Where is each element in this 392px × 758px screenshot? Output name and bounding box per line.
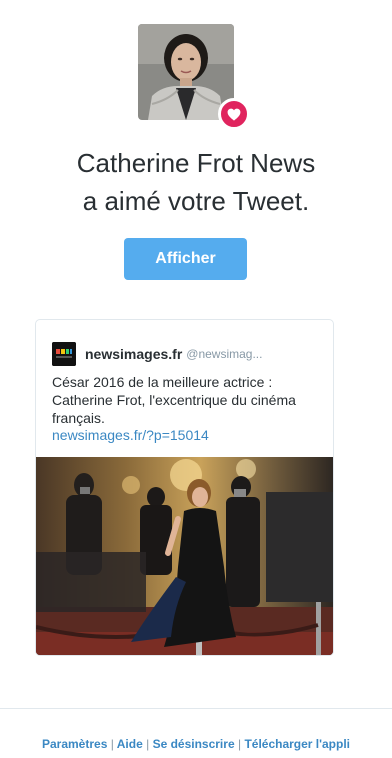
tweet-link[interactable]: newsimages.fr/?p=15014 (52, 426, 209, 444)
tweet-author-handle: @newsimag... (186, 347, 263, 361)
avatar-container (138, 24, 250, 130)
news-logo-icon (52, 342, 76, 366)
footer-links: Paramètres | Aide | Se désinscrire | Tél… (0, 737, 392, 751)
footer-separator: | (237, 737, 242, 751)
notification-action: a aimé votre Tweet. (82, 186, 310, 216)
tweet-author-name[interactable]: newsimages.fr (85, 346, 182, 362)
tweet-card[interactable]: newsimages.fr @newsimag... César 2016 de… (35, 319, 334, 656)
tweet-header: newsimages.fr @newsimag... (52, 342, 321, 366)
liker-name: Catherine Frot News (76, 148, 316, 178)
notification-headline: Catherine Frot News a aimé votre Tweet. (0, 144, 392, 220)
footer-separator: | (146, 737, 150, 751)
heart-badge (218, 98, 250, 130)
footer-divider (0, 708, 392, 709)
footer-link-unsubscribe[interactable]: Se désinscrire (153, 737, 235, 751)
footer-link-download-app[interactable]: Télécharger l'appli (244, 737, 350, 751)
heart-icon (227, 108, 241, 121)
footer-link-help[interactable]: Aide (117, 737, 143, 751)
view-button[interactable]: Afficher (124, 238, 247, 280)
tweet-photo[interactable] (36, 457, 334, 656)
footer-separator: | (110, 737, 114, 751)
tweet-text: César 2016 de la meilleure actrice : Cat… (52, 374, 296, 426)
footer-link-settings[interactable]: Paramètres (42, 737, 107, 751)
